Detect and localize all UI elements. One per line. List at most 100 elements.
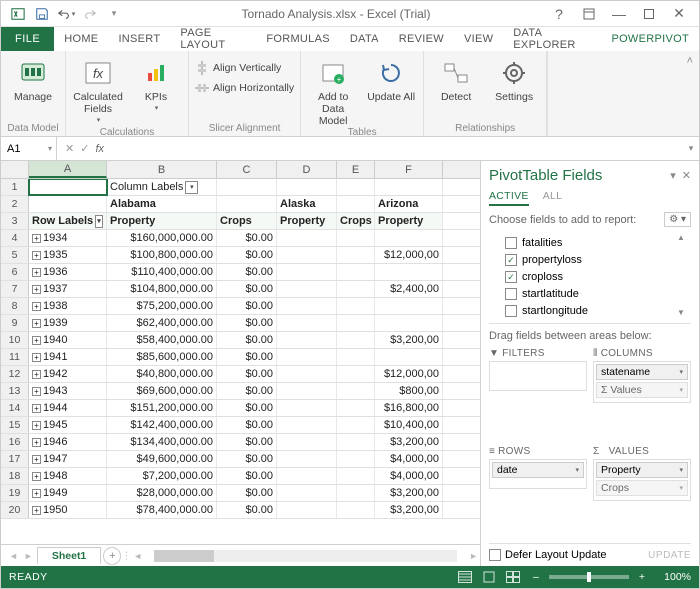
cell[interactable]: $110,400,000.00 [107, 264, 217, 280]
row-header[interactable]: 9 [1, 315, 29, 331]
row-header[interactable]: 20 [1, 502, 29, 518]
cell[interactable] [337, 366, 375, 382]
maximize-icon[interactable] [637, 3, 661, 25]
cell[interactable]: +1945 [29, 417, 107, 433]
hscroll-left-icon[interactable]: ◄ [131, 551, 144, 561]
checkbox-icon[interactable] [505, 271, 517, 283]
tab-powerpivot[interactable]: POWERPIVOT [601, 27, 699, 51]
expand-icon[interactable]: + [32, 455, 41, 464]
cell[interactable] [277, 264, 337, 280]
cell[interactable] [337, 417, 375, 433]
cell[interactable]: $0.00 [217, 247, 277, 263]
field-item-fatalities[interactable]: fatalities [505, 237, 691, 249]
zoom-out-icon[interactable]: – [533, 571, 539, 583]
cell[interactable] [337, 298, 375, 314]
cell[interactable]: $0.00 [217, 400, 277, 416]
pill-sigma-values[interactable]: Σ Values▾ [596, 382, 688, 398]
cell[interactable]: Crops [337, 213, 375, 229]
cell[interactable]: $16,800,00 [375, 400, 443, 416]
cell[interactable]: $0.00 [217, 451, 277, 467]
field-scroll-down-icon[interactable]: ▼ [677, 308, 691, 317]
minimize-icon[interactable]: — [607, 3, 631, 25]
expand-icon[interactable]: + [32, 251, 41, 260]
cell[interactable]: $0.00 [217, 264, 277, 280]
name-box[interactable]: A1 [1, 137, 57, 160]
cell[interactable] [337, 281, 375, 297]
defer-layout-checkbox[interactable]: Defer Layout Update [489, 549, 607, 561]
row-header[interactable]: 12 [1, 366, 29, 382]
cell[interactable]: $0.00 [217, 298, 277, 314]
redo-icon[interactable] [79, 3, 101, 25]
expand-icon[interactable]: + [32, 370, 41, 379]
tab-insert[interactable]: INSERT [108, 27, 170, 51]
formula-input[interactable] [112, 143, 683, 155]
cell[interactable] [337, 315, 375, 331]
cell[interactable] [277, 451, 337, 467]
cell[interactable]: $4,000,00 [375, 468, 443, 484]
save-icon[interactable] [31, 3, 53, 25]
checkbox-icon[interactable] [505, 254, 517, 266]
expand-icon[interactable]: + [32, 506, 41, 515]
expand-icon[interactable]: + [32, 421, 41, 430]
cell[interactable]: +1947 [29, 451, 107, 467]
cell[interactable] [375, 179, 443, 195]
cell[interactable]: +1948 [29, 468, 107, 484]
cell[interactable]: $0.00 [217, 230, 277, 246]
field-list-gear-icon[interactable]: ⚙ ▾ [664, 212, 691, 227]
grid-body[interactable]: 1Column Labels ▾2AlabamaAlaskaArizona3Ro… [1, 179, 480, 544]
cell[interactable]: +1941 [29, 349, 107, 365]
collapse-ribbon-icon[interactable]: ˄ [687, 55, 693, 67]
cell[interactable] [277, 247, 337, 263]
cell[interactable]: $12,000,00 [375, 247, 443, 263]
cell[interactable]: +1949 [29, 485, 107, 501]
col-header-e[interactable]: E [337, 161, 375, 178]
cell[interactable] [375, 298, 443, 314]
zoom-slider[interactable] [549, 575, 629, 579]
cell[interactable]: +1937 [29, 281, 107, 297]
col-header-b[interactable]: B [107, 161, 217, 178]
enter-icon[interactable]: ✓ [80, 142, 89, 155]
tab-file[interactable]: FILE [1, 27, 54, 51]
cell[interactable]: +1934 [29, 230, 107, 246]
spreadsheet-grid[interactable]: A B C D E F 1Column Labels ▾2AlabamaAlas… [1, 161, 481, 566]
cell[interactable]: $69,600,000.00 [107, 383, 217, 399]
add-to-data-model-button[interactable]: + Add to Data Model [307, 55, 359, 127]
cell[interactable]: $0.00 [217, 281, 277, 297]
cell[interactable] [337, 502, 375, 518]
cell[interactable]: +1936 [29, 264, 107, 280]
cell[interactable] [337, 451, 375, 467]
filters-area[interactable]: ▼FILTERS [489, 348, 587, 442]
rows-area[interactable]: ≡ROWS date▾ [489, 446, 587, 540]
cell[interactable] [375, 315, 443, 331]
row-header[interactable]: 15 [1, 417, 29, 433]
cancel-icon[interactable]: ✕ [65, 142, 74, 155]
cell[interactable]: +1943 [29, 383, 107, 399]
cell[interactable]: Crops [217, 213, 277, 229]
expand-icon[interactable]: + [32, 489, 41, 498]
tab-all[interactable]: ALL [543, 190, 563, 206]
cell[interactable] [277, 383, 337, 399]
cell[interactable] [217, 179, 277, 195]
cell[interactable]: $142,400,000.00 [107, 417, 217, 433]
cell[interactable]: $151,200,000.00 [107, 400, 217, 416]
cell[interactable]: $0.00 [217, 366, 277, 382]
expand-icon[interactable]: + [32, 472, 41, 481]
row-header[interactable]: 2 [1, 196, 29, 212]
cell[interactable]: $0.00 [217, 383, 277, 399]
row-header[interactable]: 7 [1, 281, 29, 297]
cell[interactable] [337, 196, 375, 212]
page-layout-view-icon[interactable] [479, 569, 499, 585]
cell[interactable] [337, 230, 375, 246]
checkbox-icon[interactable] [505, 237, 517, 249]
cell[interactable] [29, 196, 107, 212]
cell[interactable]: Row Labels ▾ [29, 213, 107, 229]
cell[interactable]: $160,000,000.00 [107, 230, 217, 246]
expand-icon[interactable]: + [32, 302, 41, 311]
cell[interactable]: $40,800,000.00 [107, 366, 217, 382]
cell[interactable] [277, 349, 337, 365]
field-scroll-up-icon[interactable]: ▲ [677, 233, 691, 242]
row-header[interactable]: 14 [1, 400, 29, 416]
row-header[interactable]: 13 [1, 383, 29, 399]
cell[interactable]: $104,800,000.00 [107, 281, 217, 297]
row-header[interactable]: 17 [1, 451, 29, 467]
